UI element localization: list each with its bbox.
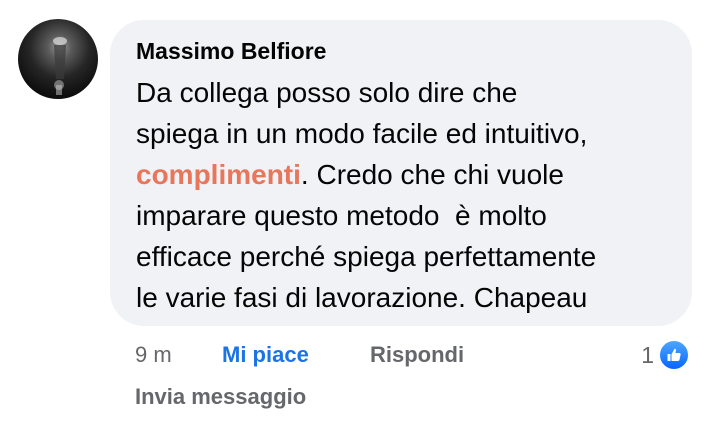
reaction-summary[interactable]: 1: [641, 339, 690, 371]
comment-line-3: complimenti. Credo che chi vuole: [136, 159, 564, 190]
comment-line-5: efficace perché spiega perfettamente: [136, 241, 597, 272]
comment-text: Da collega posso solo dire che spiega in…: [136, 72, 681, 318]
comment-timestamp[interactable]: 9 m: [135, 342, 172, 368]
comment-author[interactable]: Massimo Belfiore: [136, 38, 326, 65]
thumbs-up-icon: [658, 339, 690, 371]
comment-line-2: spiega in un modo facile ed intuitivo,: [136, 118, 588, 149]
comment-bubble: Massimo Belfiore Da collega posso solo d…: [110, 20, 692, 326]
comment-line-1: Da collega posso solo dire che: [136, 77, 518, 108]
avatar[interactable]: [18, 19, 98, 99]
comment-line-4: imparare questo metodo è molto: [136, 200, 547, 231]
reply-button[interactable]: Rispondi: [370, 342, 464, 368]
comment-line-6: le varie fasi di lavorazione. Chapeau: [136, 282, 588, 313]
send-message-button[interactable]: Invia messaggio: [135, 384, 306, 410]
profile-photo-icon: [53, 37, 67, 95]
reaction-count: 1: [641, 341, 654, 368]
highlighted-word: complimenti: [136, 159, 301, 190]
like-button[interactable]: Mi piace: [222, 342, 309, 368]
